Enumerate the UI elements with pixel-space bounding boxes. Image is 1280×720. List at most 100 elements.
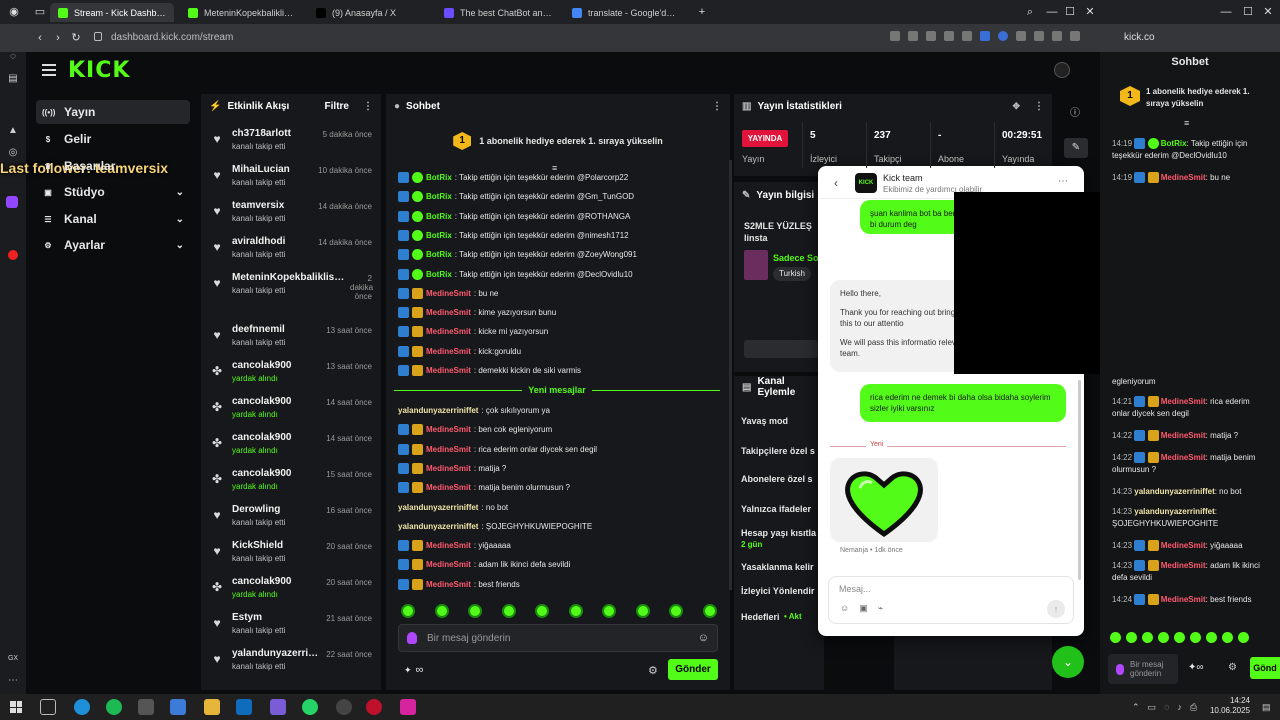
support-scrollbar[interactable] bbox=[1078, 380, 1081, 580]
explorer-icon[interactable] bbox=[204, 699, 220, 715]
support-back-icon[interactable]: ‹ bbox=[834, 176, 838, 190]
kick-logo[interactable]: KICK bbox=[68, 58, 130, 83]
chevron-down-icon[interactable]: ⌄ bbox=[176, 187, 184, 198]
outlook-icon[interactable] bbox=[236, 699, 252, 715]
back-icon[interactable]: ‹ bbox=[32, 30, 48, 46]
chat-message[interactable]: BotRix: Takip ettiğin için teşekkür eder… bbox=[398, 187, 722, 206]
support-send-icon[interactable]: ↑ bbox=[1047, 600, 1065, 618]
chat-message[interactable]: MedineSmit: yiğaaaaa bbox=[398, 536, 722, 555]
close-icon[interactable]: ✕ bbox=[1082, 4, 1098, 20]
whatsapp-icon[interactable]: ◌ bbox=[6, 50, 20, 64]
twitch-icon[interactable] bbox=[6, 196, 18, 208]
extension-icons[interactable] bbox=[890, 31, 1090, 45]
chat-username[interactable]: yalandunyazerriniffet bbox=[398, 406, 478, 415]
channel-action-label[interactable]: Takipçilere özel s bbox=[741, 446, 821, 456]
popout-points[interactable]: ✦∞ bbox=[1188, 662, 1204, 673]
search-icon[interactable]: ⌕ bbox=[1022, 4, 1038, 20]
activity-username[interactable]: MihaiLucian bbox=[232, 164, 322, 175]
sidebar-item-stüdyo[interactable]: ▣ Stüdyo ⌄ bbox=[36, 180, 190, 204]
chat-scrollbar[interactable] bbox=[729, 160, 732, 590]
category-name[interactable]: Sadece So bbox=[773, 253, 819, 263]
support-gif-icon[interactable]: ▣ bbox=[859, 603, 868, 614]
chat-username[interactable]: MedineSmit bbox=[426, 327, 471, 336]
gx-icon[interactable]: GX bbox=[6, 652, 20, 666]
popout-chat-input[interactable]: Bir mesaj gönderin bbox=[1108, 654, 1178, 684]
emote-icon[interactable] bbox=[401, 604, 415, 618]
popout-chat-message[interactable]: 14:23 yalandunyazerriniffet: ŞOJEGHYHKUW… bbox=[1112, 506, 1260, 530]
chat-input[interactable]: Bir mesaj gönderin ☺ bbox=[398, 624, 718, 652]
support-emoji-icon[interactable]: ☺ bbox=[840, 603, 849, 614]
popout-settings-icon[interactable]: ⚙ bbox=[1228, 662, 1237, 673]
emote-icon[interactable] bbox=[669, 604, 683, 618]
channel-action-label[interactable]: Hesap yaşı kısıtla bbox=[741, 528, 821, 538]
sidebar-item-gelir[interactable]: $ Gelir bbox=[36, 127, 190, 151]
taskbar-clock[interactable]: 14:24 10.06.2025 bbox=[1200, 696, 1250, 716]
activity-item[interactable]: ✤ cancolak900 yardak alındı 14 saat önce bbox=[210, 432, 376, 466]
bag-icon[interactable]: ▤ bbox=[6, 72, 20, 86]
activity-username[interactable]: teamversix bbox=[232, 200, 322, 211]
popout-chat-username[interactable]: yalandunyazerriniffet bbox=[1134, 507, 1214, 516]
chat-username[interactable]: BotRix bbox=[426, 192, 452, 201]
chat-message[interactable]: yalandunyazerriniffet: çok sıkılıyorum y… bbox=[398, 401, 722, 420]
browser-tab[interactable]: (9) Anasayfa / X bbox=[308, 3, 432, 22]
popout-chat-message[interactable]: 14:24 MedineSmit: best friends bbox=[1112, 594, 1260, 606]
activity-username[interactable]: Derowling bbox=[232, 504, 322, 515]
chat-username[interactable]: MedineSmit bbox=[426, 347, 471, 356]
sidebar-item-başarılar[interactable]: ♛ Başarılar bbox=[36, 154, 190, 178]
chat-settings-icon[interactable]: ⚙ bbox=[648, 664, 658, 677]
obs-icon[interactable] bbox=[336, 699, 352, 715]
channel-action-label[interactable]: Abonelere özel s bbox=[741, 474, 821, 484]
chat-message[interactable]: MedineSmit: matija ? bbox=[398, 459, 722, 478]
chat-username[interactable]: BotRix bbox=[426, 212, 452, 221]
activity-item[interactable]: ♥ MeteninKopekbaliklisort31 kanalı takip… bbox=[210, 272, 376, 306]
chat-username[interactable]: MedineSmit bbox=[426, 464, 471, 473]
channel-action-label[interactable]: Yalnızca ifadeler bbox=[741, 504, 821, 514]
url-text[interactable]: dashboard.kick.com/stream bbox=[111, 32, 233, 43]
browser-menu-icon[interactable]: ◉ bbox=[6, 4, 22, 20]
activity-username[interactable]: cancolak900 bbox=[232, 396, 322, 407]
channel-action-label[interactable]: Yavaş mod bbox=[741, 416, 821, 426]
info-circle-icon[interactable]: ⓘ bbox=[1070, 104, 1080, 119]
support-menu-icon[interactable]: ⋯ bbox=[1058, 176, 1068, 187]
new-tab-icon[interactable]: + bbox=[694, 4, 710, 20]
store-icon[interactable] bbox=[170, 699, 186, 715]
stats-menu-icon[interactable]: ⋮ bbox=[1034, 101, 1044, 112]
minimize-icon[interactable]: — bbox=[1044, 4, 1060, 20]
points-indicator[interactable]: ✦ ∞ bbox=[404, 664, 423, 676]
filter-button[interactable]: Filtre bbox=[325, 101, 349, 112]
chat-message[interactable]: yalandunyazerriniffet: ŞOJEGHYHKUWIEPOGH… bbox=[398, 517, 722, 536]
activity-item[interactable]: ♥ ch3718arlott kanalı takip etti 5 dakik… bbox=[210, 128, 376, 162]
emote-icon[interactable] bbox=[602, 604, 616, 618]
chat-message[interactable]: BotRix: Takip ettiğin için teşekkür eder… bbox=[398, 226, 722, 245]
side-url-text[interactable]: kick.co bbox=[1124, 32, 1155, 43]
task-view-icon[interactable] bbox=[40, 699, 56, 715]
chat-username[interactable]: MedineSmit bbox=[426, 366, 471, 375]
activity-item[interactable]: ✤ cancolak900 yardak alındı 20 saat önce bbox=[210, 576, 376, 610]
activity-username[interactable]: cancolak900 bbox=[232, 468, 322, 479]
profile-avatar[interactable] bbox=[1054, 62, 1070, 78]
chat-username[interactable]: MedineSmit bbox=[426, 580, 471, 589]
chat-menu-icon[interactable]: ⋮ bbox=[712, 101, 722, 112]
chat-username[interactable]: MedineSmit bbox=[426, 445, 471, 454]
chat-message[interactable]: MedineSmit: best friends bbox=[398, 575, 722, 594]
popout-chat-message[interactable]: 14:19 MedineSmit: bu ne bbox=[1112, 172, 1260, 184]
popout-chat-username[interactable]: MedineSmit bbox=[1161, 541, 1206, 550]
emote-icon[interactable] bbox=[501, 604, 516, 618]
emote-icon[interactable] bbox=[702, 604, 717, 618]
chat-message[interactable]: MedineSmit: kime yazıyorsun bunu bbox=[398, 303, 722, 322]
pinned-banner[interactable]: 1 1 abonelik hediye ederek 1. sıraya yük… bbox=[392, 124, 724, 158]
tab-strip-icon[interactable]: ▭ bbox=[32, 4, 48, 20]
chat-message[interactable]: BotRix: Takip ettiğin için teşekkür eder… bbox=[398, 168, 722, 187]
chat-username[interactable]: yalandunyazerriniffet bbox=[398, 503, 478, 512]
popout-chat-username[interactable]: yalandunyazerriniffet bbox=[1134, 487, 1214, 496]
activity-item[interactable]: ♥ Estym kanalı takip etti 21 saat önce bbox=[210, 612, 376, 646]
chat-username[interactable]: BotRix bbox=[426, 231, 452, 240]
chat-message[interactable]: MedineSmit: rica ederim onlar diycek sen… bbox=[398, 440, 722, 459]
chevron-down-icon[interactable]: ⌄ bbox=[176, 214, 184, 225]
maximize-icon[interactable]: ☐ bbox=[1062, 4, 1078, 20]
chat-message[interactable]: MedineSmit: matija benim olurmusun ? bbox=[398, 478, 722, 497]
popout-chat-message[interactable]: 14:21 MedineSmit: rica ederim onlar diyc… bbox=[1112, 396, 1260, 420]
popout-collapse-icon[interactable]: ≡ bbox=[1184, 118, 1189, 128]
activity-item[interactable]: ♥ deefnnemil kanalı takip etti 13 saat ö… bbox=[210, 324, 376, 358]
chat-username[interactable]: BotRix bbox=[426, 173, 452, 182]
